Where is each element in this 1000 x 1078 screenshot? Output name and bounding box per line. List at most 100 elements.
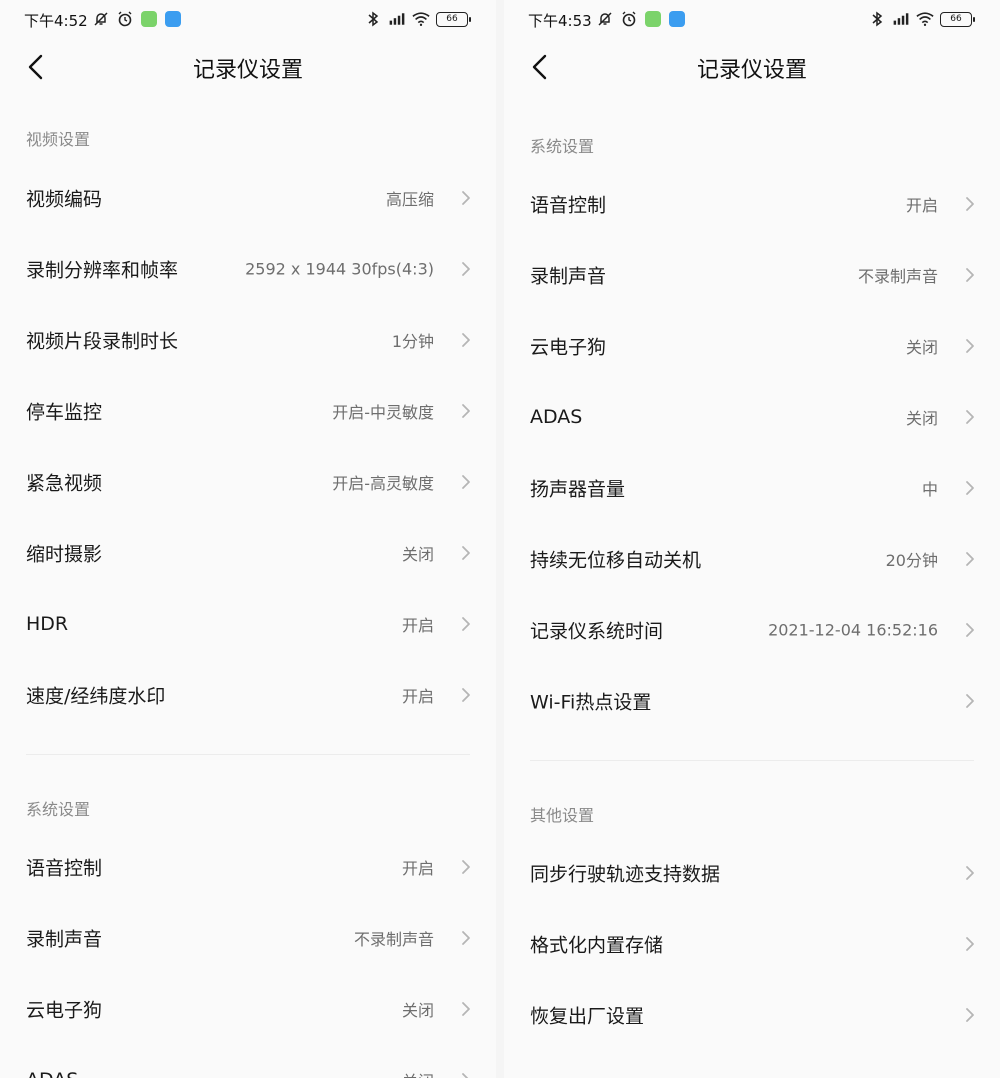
setting-value: 关闭 (401, 544, 434, 564)
setting-value: 2592 x 1944 30fps(4:3) (245, 259, 434, 278)
setting-label: 语音控制 (26, 857, 103, 879)
setting-label: 视频片段录制时长 (26, 330, 179, 352)
chevron-right-icon (964, 621, 976, 639)
battery-icon: 66 (436, 11, 471, 27)
setting-row[interactable]: 恢复出厂设置 (504, 979, 1000, 1050)
setting-row[interactable]: 录制声音 不录制声音 (0, 902, 496, 973)
page-title: 记录仪设置 (192, 58, 303, 83)
setting-value: 不录制声音 (353, 929, 434, 949)
setting-value: 1分钟 (391, 331, 434, 351)
bluetooth-icon (364, 10, 382, 28)
setting-value: 开启 (401, 686, 434, 706)
setting-value: 开启-高灵敏度 (332, 473, 434, 493)
setting-row[interactable]: 视频编码 高压缩 (0, 162, 496, 233)
setting-label: 扬声器音量 (530, 478, 626, 500)
setting-value: 开启 (401, 615, 434, 635)
page-title: 记录仪设置 (696, 58, 807, 83)
setting-row[interactable]: 缩时摄影 关闭 (0, 517, 496, 588)
left-screen: 下午4:52 66 记录仪设置 视频设置 视频编码 高压缩 录制分辨率和帧率 2… (0, 0, 496, 1078)
setting-label: 记录仪系统时间 (530, 620, 664, 642)
chevron-right-icon (460, 331, 472, 349)
section-title-system: 系统设置 (530, 137, 595, 156)
setting-row[interactable]: 停车监控 开启-中灵敏度 (0, 375, 496, 446)
setting-label: ADAS (26, 1069, 78, 1078)
setting-row[interactable]: 语音控制 开启 (504, 168, 1000, 239)
status-bar: 下午4:52 66 (0, 0, 496, 42)
app-blue-icon (164, 10, 182, 28)
setting-label: HDR (26, 612, 69, 635)
app-blue-icon (668, 10, 686, 28)
setting-row[interactable]: ADAS 关闭 (0, 1044, 496, 1078)
mute-bell-icon (92, 10, 110, 28)
chevron-right-icon (964, 479, 976, 497)
section-title-video: 视频设置 (26, 130, 91, 149)
setting-row[interactable]: 同步行驶轨迹支持数据 (504, 837, 1000, 908)
setting-row[interactable]: Wi-Fi热点设置 (504, 665, 1000, 736)
setting-value: 高压缩 (385, 189, 434, 209)
setting-label: 缩时摄影 (26, 543, 103, 565)
chevron-right-icon (964, 864, 976, 882)
chevron-right-icon (460, 402, 472, 420)
app-green-icon (140, 10, 158, 28)
setting-label: 录制分辨率和帧率 (26, 259, 179, 281)
status-bar: 下午4:53 66 (504, 0, 1000, 42)
setting-row[interactable]: 视频片段录制时长 1分钟 (0, 304, 496, 375)
section-title-system: 系统设置 (26, 800, 91, 819)
setting-label: 视频编码 (26, 188, 103, 210)
setting-row[interactable]: 速度/经纬度水印 开启 (0, 659, 496, 730)
setting-row[interactable]: 录制声音 不录制声音 (504, 239, 1000, 310)
chevron-right-icon (460, 189, 472, 207)
battery-icon: 66 (940, 11, 975, 27)
setting-row[interactable]: 录制分辨率和帧率 2592 x 1944 30fps(4:3) (0, 233, 496, 304)
setting-label: 恢复出厂设置 (530, 1005, 645, 1027)
setting-row[interactable]: 云电子狗 关闭 (504, 310, 1000, 381)
setting-label: ADAS (530, 405, 583, 428)
setting-label: 录制声音 (26, 928, 103, 950)
setting-value: 关闭 (905, 408, 938, 428)
divider (530, 760, 974, 761)
setting-row[interactable]: 持续无位移自动关机 20分钟 (504, 523, 1000, 594)
status-time: 下午4:53 (528, 12, 592, 30)
setting-value: 关闭 (401, 1000, 434, 1020)
header: 记录仪设置 (0, 44, 496, 90)
section-title-other: 其他设置 (530, 806, 595, 825)
chevron-right-icon (964, 266, 976, 284)
setting-value: 20分钟 (885, 550, 938, 570)
right-screen: 下午4:53 66 记录仪设置 系统设置 语音控制 开启 录制声音 不录制声音 … (504, 0, 1000, 1078)
setting-label: 同步行驶轨迹支持数据 (530, 863, 721, 885)
chevron-right-icon (460, 260, 472, 278)
bluetooth-icon (868, 10, 886, 28)
setting-value: 开启-中灵敏度 (332, 402, 434, 422)
signal-icon (892, 10, 910, 28)
setting-row[interactable]: 语音控制 开启 (0, 831, 496, 902)
chevron-right-icon (460, 858, 472, 876)
setting-row[interactable]: ADAS 关闭 (504, 381, 1000, 452)
setting-value: 开启 (401, 858, 434, 878)
setting-row[interactable]: 扬声器音量 中 (504, 452, 1000, 523)
chevron-right-icon (460, 1000, 472, 1018)
chevron-right-icon (964, 1006, 976, 1024)
chevron-right-icon (460, 473, 472, 491)
chevron-right-icon (460, 1071, 472, 1078)
setting-row[interactable]: 云电子狗 关闭 (0, 973, 496, 1044)
header: 记录仪设置 (504, 44, 1000, 90)
divider (26, 754, 470, 755)
setting-row[interactable]: 记录仪系统时间 2021-12-04 16:52:16 (504, 594, 1000, 665)
setting-row[interactable]: 格式化内置存储 (504, 908, 1000, 979)
setting-row[interactable]: 紧急视频 开启-高灵敏度 (0, 446, 496, 517)
chevron-right-icon (964, 935, 976, 953)
alarm-icon (620, 10, 638, 28)
chevron-right-icon (964, 692, 976, 710)
chevron-right-icon (964, 337, 976, 355)
setting-label: 格式化内置存储 (530, 934, 664, 956)
setting-label: 语音控制 (530, 194, 607, 216)
setting-value: 2021-12-04 16:52:16 (768, 620, 938, 639)
setting-label: 持续无位移自动关机 (530, 549, 702, 571)
chevron-right-icon (964, 408, 976, 426)
app-green-icon (644, 10, 662, 28)
setting-label: Wi-Fi热点设置 (530, 691, 652, 713)
chevron-right-icon (964, 550, 976, 568)
setting-value: 不录制声音 (857, 266, 938, 286)
setting-row[interactable]: HDR 开启 (0, 588, 496, 659)
setting-value: 中 (921, 479, 938, 499)
